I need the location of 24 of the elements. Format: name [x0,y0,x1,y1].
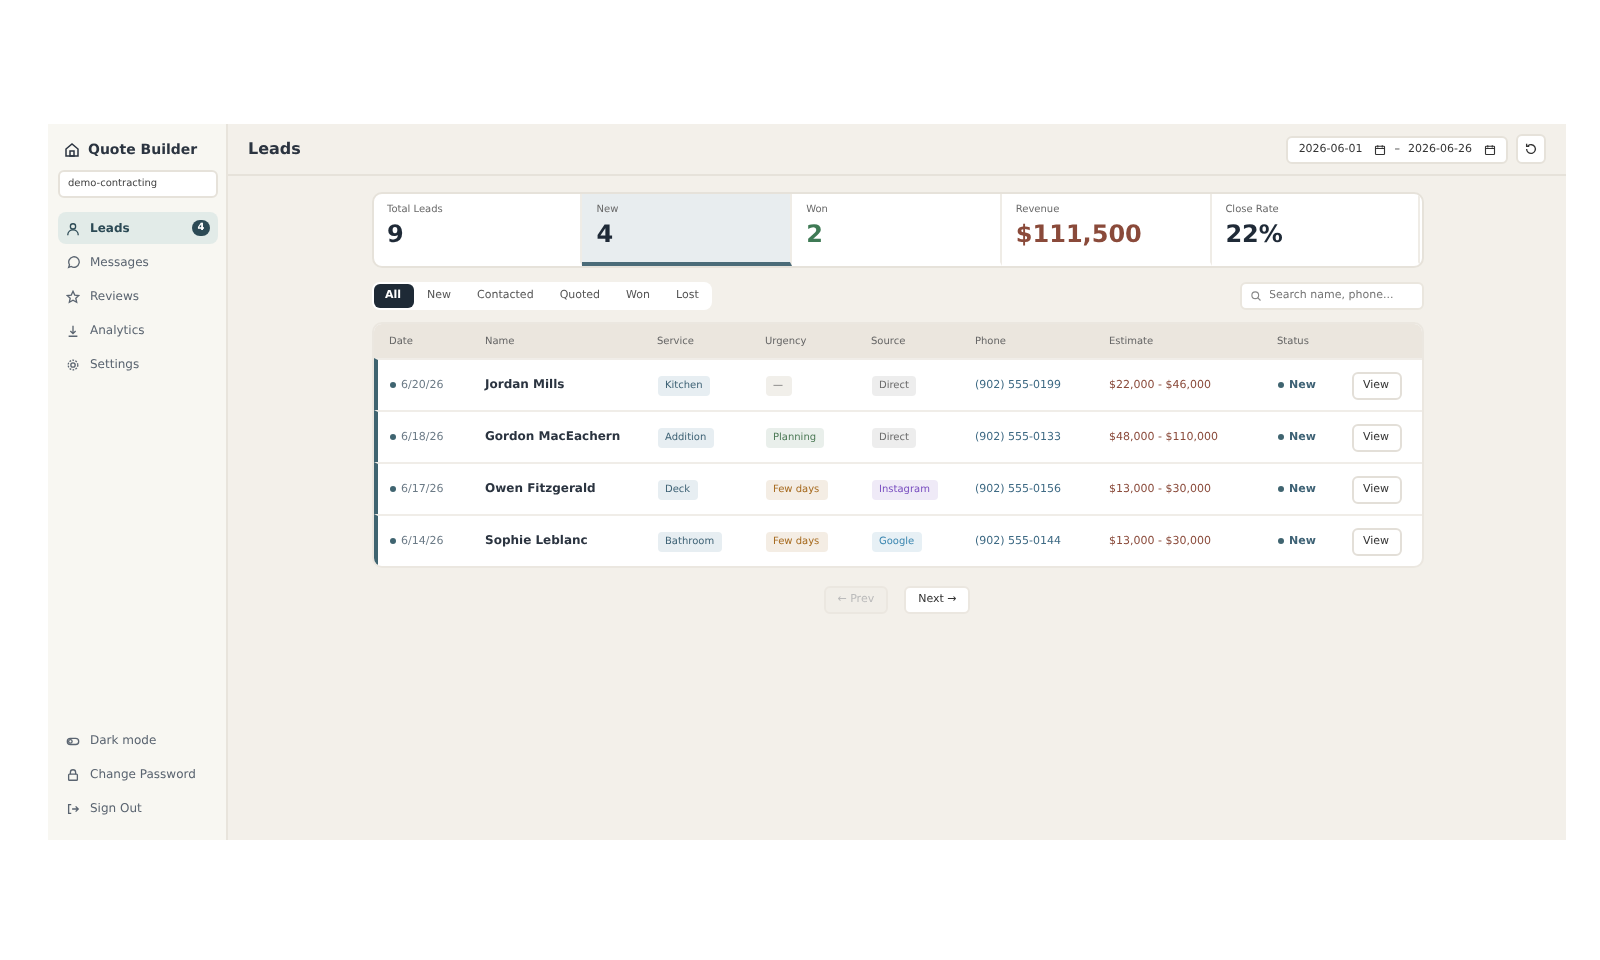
stat-value: 4 [596,220,616,248]
stat-value: 2 [806,220,825,248]
calendar-icon [1374,143,1387,155]
refresh-button[interactable] [1516,134,1546,164]
star-icon [66,290,80,304]
settings-icon [66,358,80,372]
lock-icon [66,768,80,782]
download-arrow-icon [66,324,80,338]
status-dot [1277,434,1283,440]
refresh-icon [1524,142,1538,156]
toggle-icon [66,734,80,748]
chat-bubble-icon [66,256,80,270]
stat-value: 9 [387,220,406,248]
search-icon [1249,290,1261,302]
page-title: Leads [248,140,303,158]
sign-out-icon [66,802,80,816]
person-icon [66,221,80,235]
stat-value: 22% [1225,220,1285,248]
status-dot [1277,538,1283,544]
calendar-icon [1484,143,1496,155]
status-dot [1277,382,1283,388]
house-icon [64,142,80,158]
status-dot [1277,486,1283,492]
stat-value: $111,500 [1015,220,1144,248]
